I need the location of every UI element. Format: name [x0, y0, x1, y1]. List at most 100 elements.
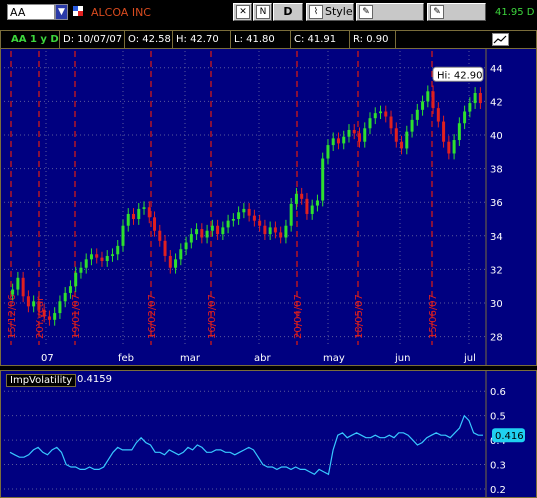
candle-body: [357, 133, 361, 142]
y-tick-label: 38: [490, 165, 503, 176]
event-label: 19/01/07: [71, 294, 82, 339]
candle-body: [242, 208, 246, 213]
candle-body: [368, 118, 372, 129]
candle-body: [68, 286, 72, 293]
candle-body: [53, 313, 57, 320]
candle-body: [110, 254, 114, 256]
vol-series-line: [9, 414, 483, 476]
candle-body: [400, 141, 404, 149]
candle-body: [47, 316, 51, 320]
candle-body: [200, 229, 204, 238]
candle-body: [468, 103, 472, 112]
vol-y-tick-label: 0.6: [490, 387, 506, 398]
x-tick-label: mar: [180, 353, 201, 364]
info-close: C: 41.91: [294, 34, 337, 45]
info-high: H: 42.70: [176, 34, 219, 45]
candle-body: [273, 227, 277, 233]
candle-body: [279, 232, 283, 238]
mini-chart-icon: [493, 35, 507, 44]
candle-body: [321, 158, 325, 201]
candle-body: [442, 121, 446, 142]
y-tick-label: 30: [490, 299, 503, 310]
candle-body: [21, 277, 25, 297]
studies-icon: ✎: [430, 5, 444, 19]
candle-body: [42, 309, 46, 317]
x-tick-label: abr: [254, 353, 271, 364]
candle-body: [11, 289, 15, 295]
chart-info-bar: AA 1 y D D: 10/07/07 O: 42.58 H: 42.70 L…: [1, 31, 536, 49]
event-label: 15/12/06: [7, 294, 18, 339]
company-name: ALCOA INC: [91, 6, 151, 19]
symbol-dropdown-button[interactable]: ▼: [55, 4, 68, 20]
candle-body: [426, 91, 430, 102]
y-tick-label: 42: [490, 97, 503, 108]
candle-body: [352, 129, 356, 134]
candle-body: [394, 128, 398, 142]
y-tick-label: 36: [490, 198, 503, 209]
candle-body: [452, 140, 456, 154]
candle-body: [336, 138, 340, 144]
candle-body: [237, 212, 241, 219]
candle-body: [231, 219, 235, 221]
candle-body: [189, 234, 193, 243]
candle-body: [342, 136, 346, 144]
pencil-icon: ✎: [359, 5, 373, 19]
info-date: D: 10/07/07: [63, 34, 123, 45]
candle-body: [473, 93, 477, 104]
drawings-button[interactable]: ✎Drawings: [356, 3, 424, 34]
y-tick-label: 40: [490, 131, 503, 142]
candle-body: [210, 225, 214, 231]
studies-button[interactable]: ✎Studies: [427, 3, 486, 34]
candle-body: [431, 91, 435, 109]
toolbar: AA ▼ ALCOA INC ✕ N D ⌇ Style ✎Drawings ✎S…: [0, 0, 537, 34]
volatility-panel[interactable]: 0.20.30.40.50.60.416 ImpVolatility 0.415…: [0, 370, 537, 498]
candle-body: [163, 240, 167, 256]
event-label: 15/06/07: [428, 294, 439, 339]
candle-body: [263, 225, 267, 235]
candle-body: [147, 207, 151, 218]
info-low: L: 41.80: [234, 34, 275, 45]
candle-body: [363, 128, 367, 142]
candle-body: [221, 227, 225, 235]
candle-body: [126, 213, 130, 226]
period-button[interactable]: N: [253, 3, 272, 21]
study-current-value: 0.4159: [77, 374, 112, 385]
study-label[interactable]: ImpVolatility: [6, 374, 77, 387]
candle-body: [384, 111, 388, 117]
chart-title[interactable]: AA 1 y D: [11, 34, 59, 45]
candle-body: [373, 113, 377, 119]
symbol-input[interactable]: AA: [7, 4, 55, 20]
style-button[interactable]: ⌇ Style: [306, 3, 354, 21]
info-range: R: 0.90: [353, 34, 389, 45]
candle-body: [153, 217, 157, 231]
candle-body: [310, 205, 314, 214]
candle-body: [26, 296, 30, 307]
candle-body: [121, 225, 125, 246]
candle-body: [284, 225, 288, 238]
style-chart-icon: ⌇: [309, 5, 323, 19]
price-chart-panel[interactable]: AA 1 y D D: 10/07/07 O: 42.58 H: 42.70 L…: [0, 30, 537, 366]
candle-body: [179, 249, 183, 260]
candle-body: [95, 254, 99, 258]
event-label: 18/05/07: [354, 294, 365, 339]
candle-body: [32, 301, 36, 307]
candle-body: [100, 257, 104, 261]
last-price: 41.95 D: [495, 7, 535, 18]
candle-body: [89, 254, 93, 260]
candle-body: [268, 227, 272, 235]
candle-body: [389, 116, 393, 129]
candle-body: [168, 255, 172, 268]
candle-body: [415, 109, 419, 120]
candle-body: [347, 129, 351, 137]
crosshair-button[interactable]: ✕: [233, 3, 252, 21]
x-tick-label: jul: [463, 353, 476, 364]
candle-body: [63, 292, 67, 302]
panel-settings-icon[interactable]: [492, 33, 509, 46]
candle-body: [447, 141, 451, 154]
candle-body: [158, 230, 162, 241]
event-label: 16/03/07: [207, 294, 218, 339]
candle-body: [16, 277, 20, 290]
aggregation-d-button[interactable]: D: [273, 3, 303, 21]
flag-icon: [73, 6, 83, 16]
candle-body: [315, 200, 319, 206]
